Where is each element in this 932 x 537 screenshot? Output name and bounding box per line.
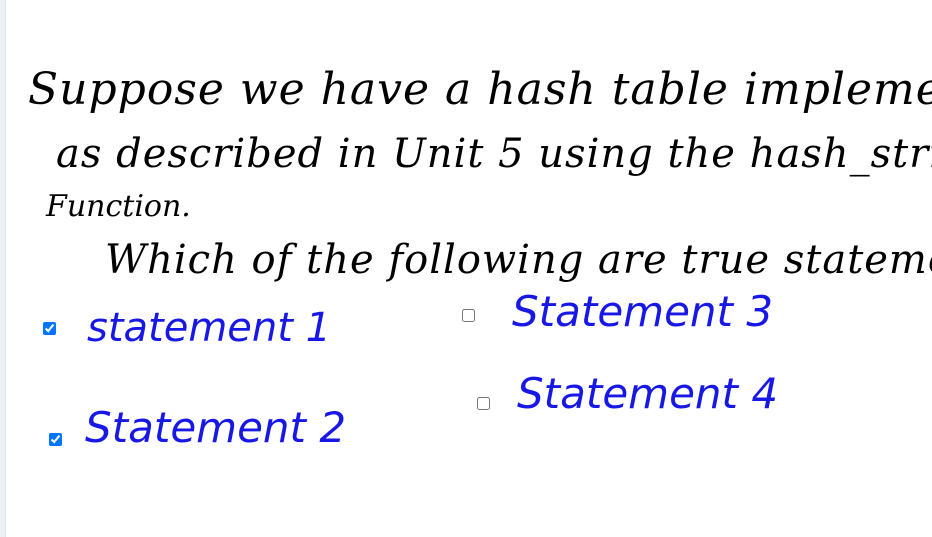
left-border bbox=[0, 0, 6, 537]
statement-1-label: statement 1 bbox=[87, 305, 332, 351]
option-statement-1[interactable]: statement 1 bbox=[43, 308, 331, 348]
question-prompt: Which of the following are true statemen… bbox=[105, 237, 932, 283]
statement-2-checkbox[interactable] bbox=[49, 433, 62, 446]
question-line-1: Suppose we have a hash table implemented bbox=[28, 64, 932, 115]
quiz-frame: Suppose we have a hash table implemented… bbox=[0, 0, 932, 537]
statement-1-checkbox[interactable] bbox=[43, 322, 56, 335]
statement-4-checkbox[interactable] bbox=[477, 397, 490, 410]
statement-3-label: Statement 3 bbox=[512, 287, 774, 336]
question-line-3: Function. bbox=[46, 189, 191, 224]
option-statement-2[interactable]: Statement 2 bbox=[49, 407, 346, 449]
option-statement-3[interactable]: Statement 3 bbox=[462, 291, 773, 333]
statement-4-label: Statement 4 bbox=[517, 369, 779, 418]
option-statement-4[interactable]: Statement 4 bbox=[477, 373, 778, 415]
question-line-2: as described in Unit 5 using the hash_st… bbox=[56, 131, 932, 177]
statement-3-checkbox[interactable] bbox=[462, 309, 475, 322]
statement-2-label: Statement 2 bbox=[85, 403, 347, 452]
